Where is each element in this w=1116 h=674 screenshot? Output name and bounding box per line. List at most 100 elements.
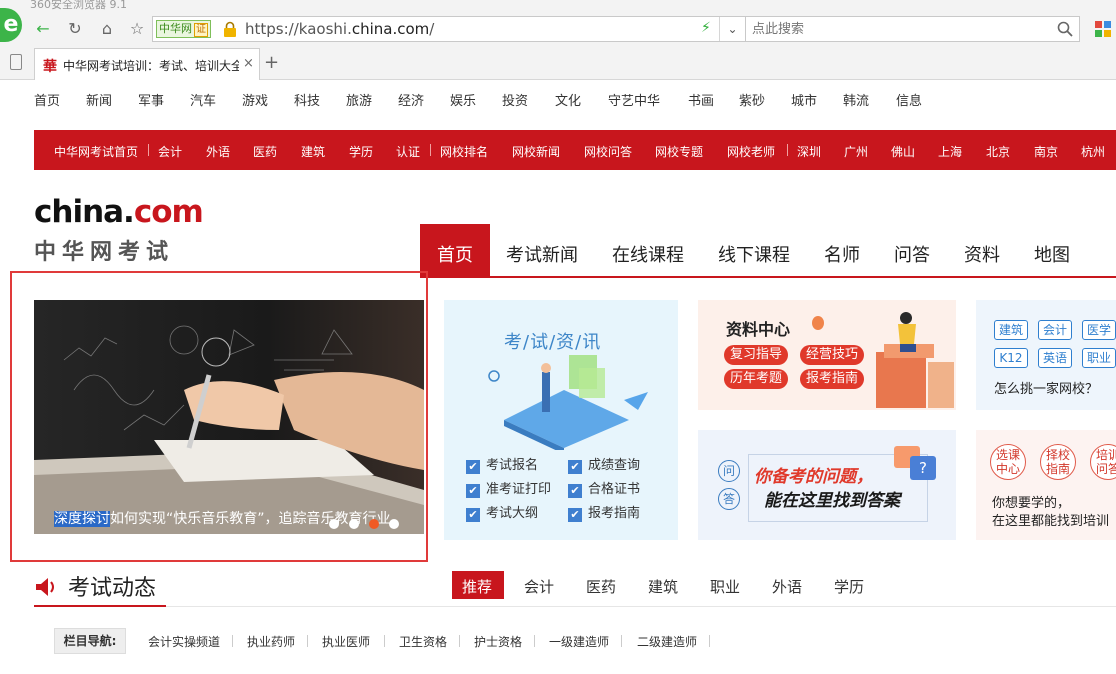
school-guide-circle[interactable]: 择校指南 bbox=[1040, 444, 1076, 480]
main-nav-item[interactable]: 考试新闻 bbox=[506, 241, 578, 267]
redbar-item[interactable]: 佛山 bbox=[891, 143, 915, 160]
main-nav-item[interactable]: 资料 bbox=[964, 241, 1000, 267]
topnav-item[interactable]: 汽车 bbox=[190, 90, 216, 109]
tab-close-icon[interactable]: × bbox=[243, 56, 254, 71]
redbar-item[interactable]: 网校新闻 bbox=[512, 143, 560, 160]
main-nav-item-home[interactable]: 首页 bbox=[437, 241, 473, 267]
topnav-item[interactable]: 投资 bbox=[502, 90, 528, 109]
redbar-item[interactable]: 北京 bbox=[986, 143, 1010, 160]
back-button[interactable]: ← bbox=[32, 18, 54, 40]
browser-search-input[interactable] bbox=[752, 19, 1042, 39]
apps-grid-icon[interactable] bbox=[1094, 20, 1112, 38]
materials-pill[interactable]: 报考指南 bbox=[800, 369, 865, 389]
hero-slide-caption[interactable]: 深度探讨如何实现“快乐音乐教育”，追踪音乐教育行业 bbox=[54, 508, 391, 528]
browser-logo-icon[interactable]: e bbox=[0, 8, 22, 42]
topnav-item[interactable]: 信息 bbox=[896, 90, 922, 109]
browser-tab-active[interactable]: 華 中华网考试培训：考试、培训大全 × bbox=[34, 48, 260, 80]
redbar-item[interactable]: 中华网考试首页 bbox=[54, 143, 138, 160]
carousel-dot[interactable] bbox=[349, 519, 359, 529]
dynamics-tab[interactable]: 学历 bbox=[834, 576, 864, 597]
redbar-item[interactable]: 医药 bbox=[253, 143, 277, 160]
redbar-item[interactable]: 上海 bbox=[938, 143, 962, 160]
course-center-circle[interactable]: 选课中心 bbox=[990, 444, 1026, 480]
reload-button[interactable]: ↻ bbox=[64, 18, 86, 40]
topnav-item[interactable]: 科技 bbox=[294, 90, 320, 109]
topnav-item[interactable]: 文化 bbox=[555, 90, 581, 109]
topnav-item[interactable]: 城市 bbox=[791, 90, 817, 109]
search-icon[interactable] bbox=[1057, 21, 1073, 37]
column-nav-item[interactable]: 护士资格 bbox=[474, 633, 522, 650]
tab-recommended[interactable]: 推荐 bbox=[462, 576, 492, 597]
browser-search-box[interactable] bbox=[746, 16, 1080, 42]
school-tag[interactable]: K12 bbox=[994, 348, 1028, 368]
materials-pill[interactable]: 经营技巧 bbox=[800, 345, 865, 365]
redbar-item[interactable]: 杭州 bbox=[1081, 143, 1105, 160]
redbar-item[interactable]: 认证 bbox=[396, 143, 420, 160]
topnav-item[interactable]: 经济 bbox=[398, 90, 424, 109]
score-query-link[interactable]: 成绩查询 bbox=[568, 454, 640, 474]
topnav-item[interactable]: 紫砂 bbox=[739, 90, 765, 109]
redbar-item[interactable]: 深圳 bbox=[797, 143, 821, 160]
materials-pill[interactable]: 复习指导 bbox=[724, 345, 789, 365]
url-dropdown-chevron-down-icon[interactable]: ⌄ bbox=[719, 17, 745, 41]
carousel-dot-active[interactable] bbox=[369, 519, 379, 529]
bookmark-star-button[interactable]: ☆ bbox=[126, 18, 148, 40]
redbar-item[interactable]: 网校专题 bbox=[655, 143, 703, 160]
topnav-item[interactable]: 旅游 bbox=[346, 90, 372, 109]
school-tag[interactable]: 会计 bbox=[1038, 320, 1072, 340]
topnav-item[interactable]: 首页 bbox=[34, 90, 60, 109]
carousel-dot[interactable] bbox=[329, 519, 339, 529]
column-nav-item[interactable]: 执业医师 bbox=[322, 633, 370, 650]
redbar-item[interactable]: 学历 bbox=[349, 143, 373, 160]
topnav-item[interactable]: 游戏 bbox=[242, 90, 268, 109]
training-qa-circle[interactable]: 培训问答 bbox=[1090, 444, 1116, 480]
materials-pill[interactable]: 历年考题 bbox=[724, 369, 789, 389]
main-nav-item[interactable]: 问答 bbox=[894, 241, 930, 267]
topnav-item[interactable]: 守艺中华 bbox=[608, 90, 660, 109]
syllabus-link[interactable]: 考试大纲 bbox=[466, 502, 538, 522]
speed-mode-icon[interactable]: ⚡ bbox=[701, 20, 711, 36]
carousel-dot[interactable] bbox=[389, 519, 399, 529]
dynamics-tab[interactable]: 医药 bbox=[586, 576, 616, 597]
exam-register-link[interactable]: 考试报名 bbox=[466, 454, 538, 474]
redbar-item[interactable]: 广州 bbox=[844, 143, 868, 160]
redbar-item[interactable]: 外语 bbox=[206, 143, 230, 160]
main-nav-item[interactable]: 在线课程 bbox=[612, 241, 684, 267]
admission-print-link[interactable]: 准考证打印 bbox=[466, 478, 551, 498]
main-nav-item[interactable]: 地图 bbox=[1034, 241, 1070, 267]
china-com-logo[interactable]: china.com 中华网考试 bbox=[34, 194, 204, 265]
site-identity-badge[interactable]: 中华网证 bbox=[156, 20, 211, 38]
choose-school-card[interactable]: 建筑 会计 医学 K12 英语 职业 怎么挑一家网校？ bbox=[976, 300, 1116, 410]
url-text[interactable]: https://kaoshi.china.com/ bbox=[245, 18, 434, 40]
topnav-item[interactable]: 军事 bbox=[138, 90, 164, 109]
column-nav-item[interactable]: 会计实操频道 bbox=[148, 633, 220, 650]
redbar-item[interactable]: 网校问答 bbox=[584, 143, 632, 160]
column-nav-item[interactable]: 一级建造师 bbox=[549, 633, 609, 650]
sidebar-toggle-icon[interactable] bbox=[10, 54, 22, 70]
materials-center-card[interactable]: 资料中心 复习指导 经营技巧 历年考题 报考指南 bbox=[698, 300, 956, 410]
school-tag[interactable]: 医学 bbox=[1082, 320, 1116, 340]
column-nav-item[interactable]: 二级建造师 bbox=[637, 633, 697, 650]
main-nav-item[interactable]: 线下课程 bbox=[718, 241, 790, 267]
dynamics-tab[interactable]: 职业 bbox=[710, 576, 740, 597]
certificate-link[interactable]: 合格证书 bbox=[568, 478, 640, 498]
redbar-item[interactable]: 网校老师 bbox=[727, 143, 775, 160]
school-tag[interactable]: 建筑 bbox=[994, 320, 1028, 340]
school-tag[interactable]: 英语 bbox=[1038, 348, 1072, 368]
address-bar[interactable]: 中华网证 https://kaoshi.china.com/ ⚡ ⌄ bbox=[152, 16, 746, 42]
redbar-item[interactable]: 会计 bbox=[158, 143, 182, 160]
redbar-item[interactable]: 网校排名 bbox=[440, 143, 488, 160]
column-nav-item[interactable]: 卫生资格 bbox=[399, 633, 447, 650]
qa-card[interactable]: 问 答 你备考的问题， 能在这里找到答案 ? bbox=[698, 430, 956, 540]
home-button[interactable]: ⌂ bbox=[96, 18, 118, 40]
new-tab-button[interactable]: + bbox=[264, 52, 279, 73]
redbar-item[interactable]: 南京 bbox=[1034, 143, 1058, 160]
dynamics-tab[interactable]: 建筑 bbox=[648, 576, 678, 597]
exam-info-card[interactable]: 考/试/资/讯 考试报名 成绩查询 准考证打印 合格证书 考试大纲 报考指南 bbox=[444, 300, 678, 540]
topnav-item[interactable]: 书画 bbox=[688, 90, 714, 109]
dynamics-tab[interactable]: 外语 bbox=[772, 576, 802, 597]
guide-link[interactable]: 报考指南 bbox=[568, 502, 640, 522]
redbar-item[interactable]: 建筑 bbox=[301, 143, 325, 160]
dynamics-tab[interactable]: 会计 bbox=[524, 576, 554, 597]
main-nav-item[interactable]: 名师 bbox=[824, 241, 860, 267]
